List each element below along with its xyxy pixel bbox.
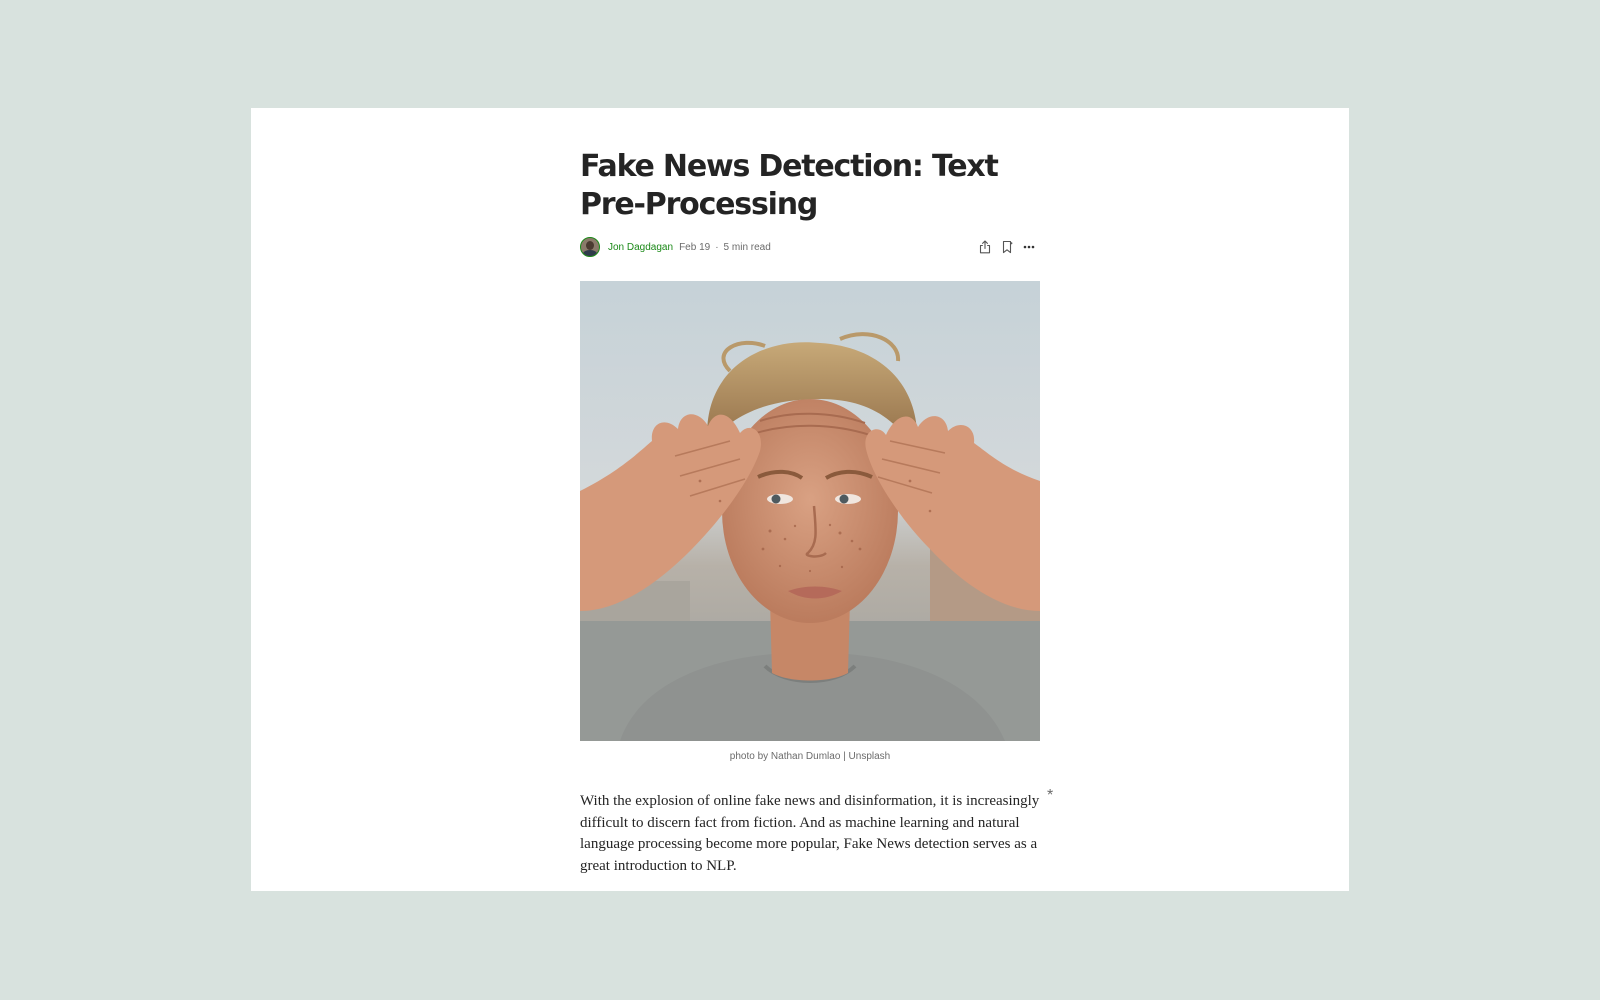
share-icon (979, 240, 991, 254)
more-icon (1023, 245, 1035, 249)
article-card: Fake News Detection: Text Pre-Processing… (251, 108, 1349, 891)
article: Fake News Detection: Text Pre-Processing… (580, 148, 1053, 877)
hero-photo (580, 281, 1040, 741)
meta-separator: · (715, 241, 719, 253)
bookmark-button[interactable] (996, 236, 1018, 258)
article-title: Fake News Detection: Text Pre-Processing (580, 149, 999, 222)
author-avatar[interactable] (580, 237, 600, 257)
article-paragraph: With the explosion of online fake news a… (580, 787, 1053, 877)
highlight-marker[interactable]: * (1047, 785, 1053, 807)
share-button[interactable] (974, 236, 996, 258)
bookmark-icon (1002, 240, 1013, 254)
more-options-button[interactable] (1018, 236, 1040, 258)
read-time: 5 min read (723, 241, 771, 253)
article-meta: Jon Dagdagan Feb 19 · 5 min read (580, 235, 1040, 259)
author-name-link[interactable]: Jon Dagdagan (608, 242, 673, 253)
hero-caption: photo by Nathan Dumlao | Unsplash (729, 751, 891, 762)
publish-date: Feb 19 (679, 241, 711, 253)
article-actions (974, 235, 1040, 259)
paragraph-text: With the explosion of online fake news a… (580, 793, 1040, 874)
